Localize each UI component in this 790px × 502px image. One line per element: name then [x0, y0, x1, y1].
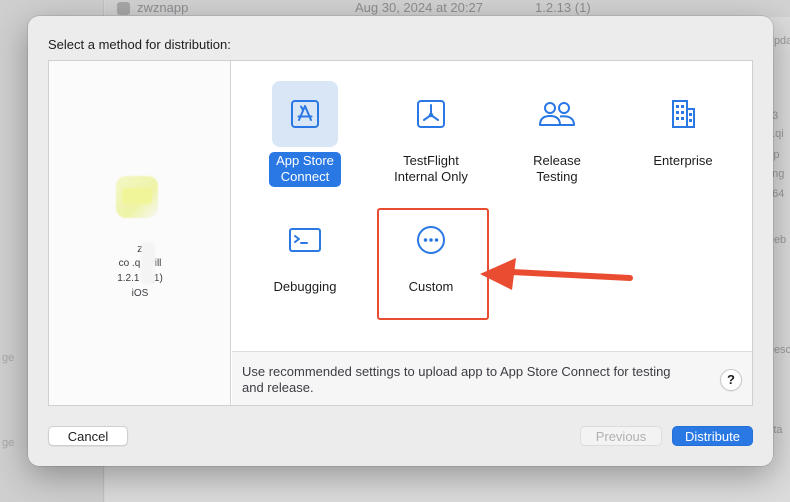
method-label: Enterprise [653, 153, 713, 168]
annotation-arrow-icon [480, 258, 633, 290]
archive-row-name: zwznapp [137, 0, 189, 15]
method-label: App Store Connect [269, 152, 341, 187]
description-area: Use recommended settings to upload app t… [232, 351, 752, 405]
distribute-button[interactable]: Distribute [672, 426, 753, 446]
archive-bundle-id: co .q .drill [118, 258, 162, 269]
content-box: z co .q .drill 1.2.1 3 (1) iOS App Store… [48, 60, 753, 406]
archive-row-date: Aug 30, 2024 at 20:27 [355, 0, 483, 15]
redaction-blur [141, 242, 155, 284]
app-icon [117, 2, 130, 15]
background-archive-row: zwznapp Aug 30, 2024 at 20:27 1.2.13 (1) [105, 0, 790, 17]
archive-info-pane: z co .q .drill 1.2.1 3 (1) iOS [49, 61, 231, 405]
archive-app-icon [116, 176, 158, 218]
methods-grid: App Store Connect TestFlight Internal Only [232, 61, 752, 349]
ellipsis-circle-icon [398, 207, 464, 273]
help-button[interactable]: ? [720, 369, 742, 391]
archive-version: 1.2.1 3 (1) [117, 273, 163, 284]
people-icon [524, 81, 590, 147]
building-icon [650, 81, 716, 147]
previous-button[interactable]: Previous [580, 426, 662, 446]
method-app-store-connect[interactable]: App Store Connect [250, 81, 360, 187]
method-label: Release Testing [533, 153, 581, 184]
app-store-icon [272, 81, 338, 147]
method-testflight-internal[interactable]: TestFlight Internal Only [376, 81, 486, 187]
archive-platform: iOS [131, 288, 149, 299]
method-label: Custom [408, 279, 454, 294]
method-description: Use recommended settings to upload app t… [242, 364, 671, 395]
archive-name: z [137, 243, 143, 255]
terminal-icon [272, 207, 338, 273]
background-fragment: ge [2, 437, 15, 449]
archive-row-version: 1.2.13 (1) [535, 0, 591, 15]
method-custom[interactable]: Custom [376, 207, 486, 297]
background-fragment: ge [2, 352, 15, 364]
method-debugging[interactable]: Debugging [250, 207, 360, 297]
method-enterprise[interactable]: Enterprise [628, 81, 738, 171]
sheet-title: Select a method for distribution: [48, 37, 231, 52]
cancel-button[interactable]: Cancel [48, 426, 128, 446]
distribution-sheet: Select a method for distribution: z co .… [28, 16, 773, 466]
method-release-testing[interactable]: Release Testing [502, 81, 612, 187]
testflight-icon [398, 81, 464, 147]
method-label: Debugging [273, 279, 337, 294]
method-label: TestFlight Internal Only [394, 153, 468, 184]
